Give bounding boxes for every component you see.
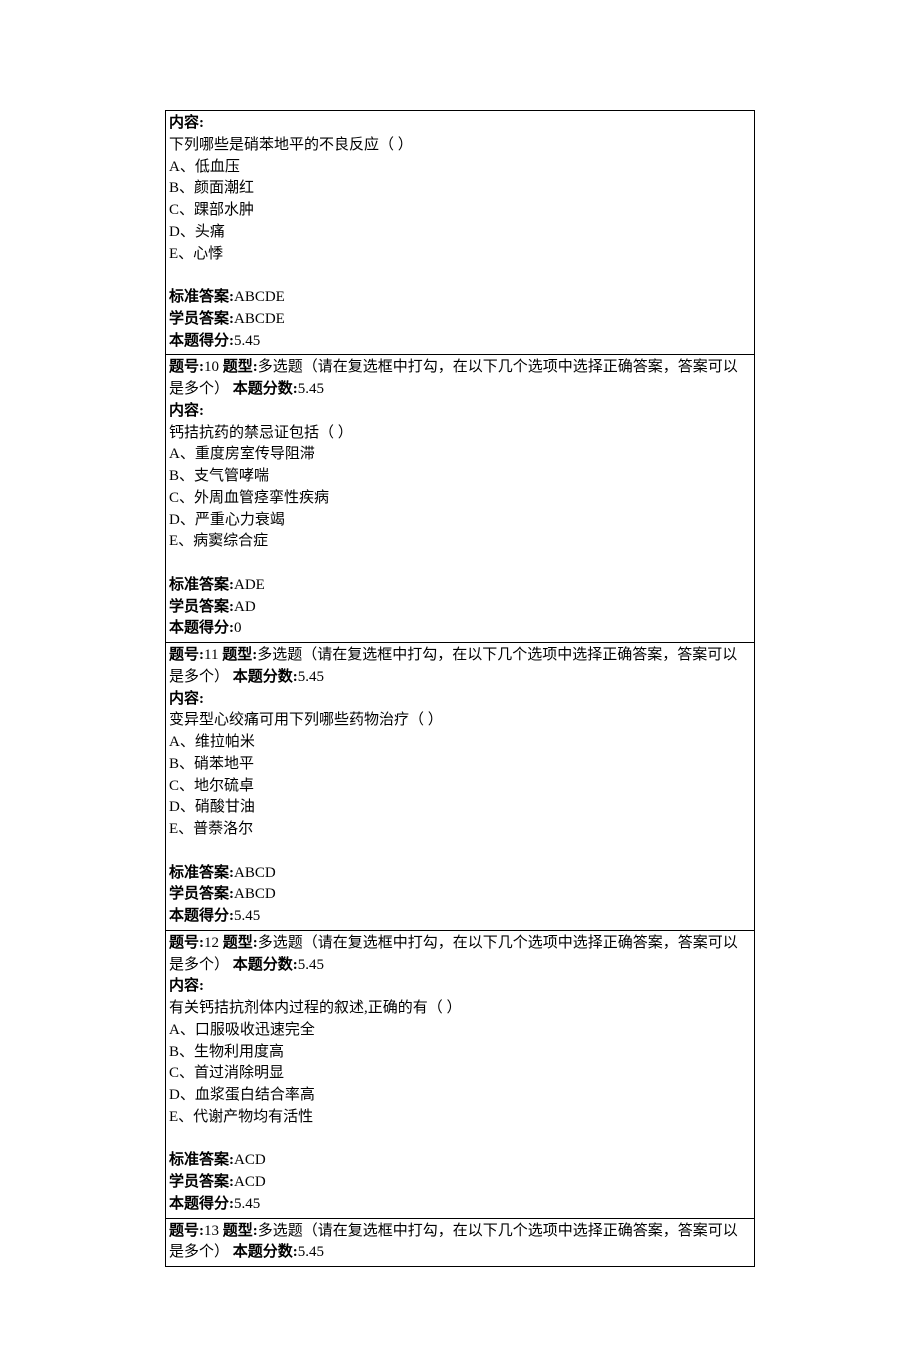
question-option: A、重度房室传导阻滞	[169, 444, 751, 466]
content-label: 内容:	[169, 113, 751, 135]
question-header: 题号:11 题型:多选题（请在复选框中打勾，在以下几个选项中选择正确答案，答案可…	[169, 645, 751, 689]
content-label: 内容:	[169, 976, 751, 998]
question-option: A、口服吸收迅速完全	[169, 1020, 751, 1042]
question-option: D、严重心力衰竭	[169, 510, 751, 532]
student-answer: 学员答案:ABCDE	[169, 309, 751, 331]
standard-answer: 标准答案:ACD	[169, 1150, 751, 1172]
question-option: C、外周血管痉挛性疾病	[169, 488, 751, 510]
standard-answer: 标准答案:ADE	[169, 575, 751, 597]
question-option: B、生物利用度高	[169, 1042, 751, 1064]
blank-line	[169, 553, 751, 575]
question-option: D、血浆蛋白结合率高	[169, 1085, 751, 1107]
standard-answer: 标准答案:ABCD	[169, 863, 751, 885]
question-option: D、头痛	[169, 222, 751, 244]
question-header: 题号:10 题型:多选题（请在复选框中打勾，在以下几个选项中选择正确答案，答案可…	[169, 357, 751, 401]
question-option: B、颜面潮红	[169, 178, 751, 200]
question-header: 题号:12 题型:多选题（请在复选框中打勾，在以下几个选项中选择正确答案，答案可…	[169, 933, 751, 977]
student-answer: 学员答案:ACD	[169, 1172, 751, 1194]
content-label: 内容:	[169, 401, 751, 423]
content-label: 内容:	[169, 689, 751, 711]
student-answer: 学员答案:ABCD	[169, 884, 751, 906]
question-stem: 下列哪些是硝苯地平的不良反应（ ）	[169, 135, 751, 157]
question-cell: 内容:下列哪些是硝苯地平的不良反应（ ）A、低血压B、颜面潮红C、踝部水肿D、头…	[166, 111, 754, 355]
question-option: E、普萘洛尔	[169, 819, 751, 841]
question-option: E、病窦综合症	[169, 531, 751, 553]
question-stem: 有关钙拮抗剂体内过程的叙述,正确的有（ ）	[169, 998, 751, 1020]
questions-container: 内容:下列哪些是硝苯地平的不良反应（ ）A、低血压B、颜面潮红C、踝部水肿D、头…	[165, 110, 755, 1267]
question-option: B、硝苯地平	[169, 754, 751, 776]
score-obtained: 本题得分:5.45	[169, 906, 751, 928]
blank-line	[169, 841, 751, 863]
question-option: C、首过消除明显	[169, 1063, 751, 1085]
question-option: D、硝酸甘油	[169, 797, 751, 819]
question-option: C、地尔硫卓	[169, 776, 751, 798]
question-option: E、代谢产物均有活性	[169, 1107, 751, 1129]
question-stem: 钙拮抗药的禁忌证包括（ ）	[169, 423, 751, 445]
standard-answer: 标准答案:ABCDE	[169, 287, 751, 309]
question-header: 题号:13 题型:多选题（请在复选框中打勾，在以下几个选项中选择正确答案，答案可…	[169, 1221, 751, 1265]
question-cell: 题号:11 题型:多选题（请在复选框中打勾，在以下几个选项中选择正确答案，答案可…	[166, 643, 754, 931]
question-option: B、支气管哮喘	[169, 466, 751, 488]
question-cell: 题号:13 题型:多选题（请在复选框中打勾，在以下几个选项中选择正确答案，答案可…	[166, 1219, 754, 1268]
blank-line	[169, 265, 751, 287]
question-option: A、低血压	[169, 157, 751, 179]
score-obtained: 本题得分:5.45	[169, 1194, 751, 1216]
question-stem: 变异型心绞痛可用下列哪些药物治疗（ ）	[169, 710, 751, 732]
score-obtained: 本题得分:0	[169, 618, 751, 640]
question-option: A、维拉帕米	[169, 732, 751, 754]
question-cell: 题号:10 题型:多选题（请在复选框中打勾，在以下几个选项中选择正确答案，答案可…	[166, 355, 754, 643]
question-cell: 题号:12 题型:多选题（请在复选框中打勾，在以下几个选项中选择正确答案，答案可…	[166, 931, 754, 1219]
student-answer: 学员答案:AD	[169, 597, 751, 619]
question-option: C、踝部水肿	[169, 200, 751, 222]
blank-line	[169, 1129, 751, 1151]
question-option: E、心悸	[169, 244, 751, 266]
score-obtained: 本题得分:5.45	[169, 331, 751, 353]
